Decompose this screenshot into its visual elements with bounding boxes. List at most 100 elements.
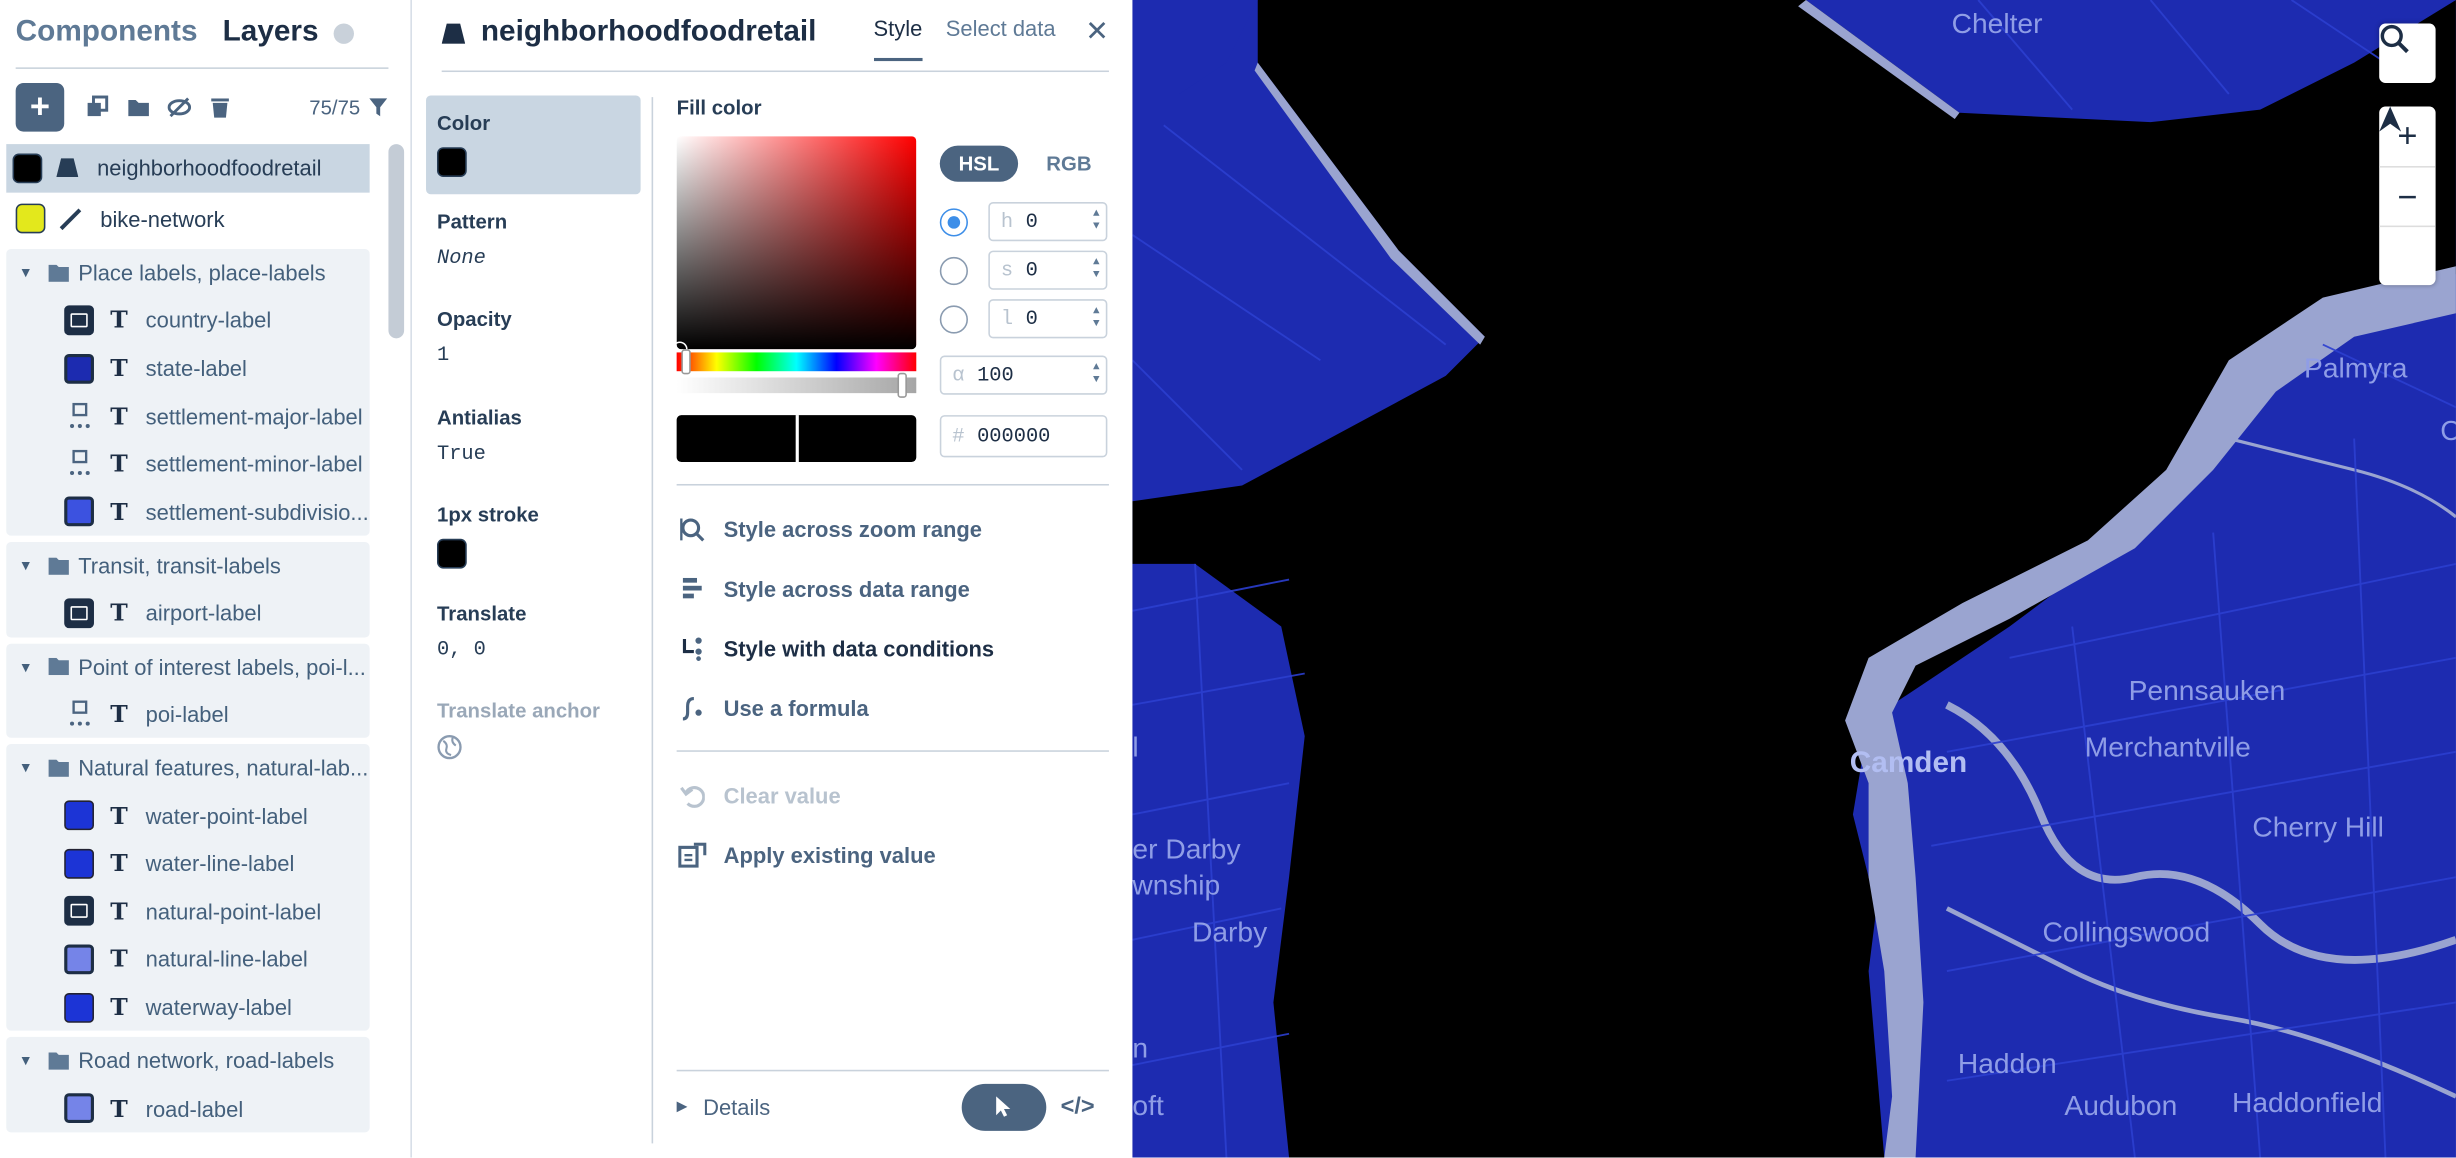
caret-down-icon[interactable]: ▼ bbox=[19, 659, 33, 675]
layer-swatch[interactable] bbox=[64, 944, 94, 975]
caret-down-icon[interactable]: ▼ bbox=[19, 558, 33, 574]
alpha-slider[interactable] bbox=[676, 377, 917, 394]
symbol-type-icon: T bbox=[110, 801, 128, 830]
details-toggle[interactable]: ▶ Details bbox=[677, 1094, 771, 1119]
layer-group-road-labels: ▼ Road network, road-labels Troad-label bbox=[6, 1037, 370, 1133]
style-data-range-button[interactable]: Style across data range bbox=[677, 559, 1109, 619]
hue-handle[interactable] bbox=[681, 349, 691, 375]
l-input[interactable]: l 0 ▲ ▼ bbox=[988, 299, 1108, 339]
folder-icon bbox=[48, 1052, 69, 1070]
layer-swatch[interactable] bbox=[64, 497, 94, 527]
layer-swatch[interactable] bbox=[12, 153, 43, 183]
map-canvas[interactable]: Chelter Palmyra C Pennsauken Merchantvil… bbox=[1132, 0, 2456, 1158]
add-layer-button[interactable]: + bbox=[15, 82, 65, 131]
tab-layers[interactable]: Layers bbox=[223, 16, 355, 50]
stepper-icon[interactable]: ▲ ▼ bbox=[1093, 257, 1100, 282]
mode-rgb-button[interactable]: RGB bbox=[1027, 146, 1110, 182]
style-data-conditions-button[interactable]: Style with data conditions bbox=[677, 619, 1109, 679]
mode-hsl-button[interactable]: HSL bbox=[939, 145, 1019, 182]
layer-swatch[interactable] bbox=[15, 204, 46, 234]
layer-row-bike-network[interactable]: bike-network bbox=[0, 195, 376, 243]
radio-h[interactable] bbox=[939, 207, 968, 236]
hex-input[interactable]: #000000 bbox=[939, 415, 1108, 458]
layer-row[interactable]: Tcountry-label bbox=[6, 296, 369, 344]
layer-swatch[interactable] bbox=[64, 305, 94, 336]
alpha-input[interactable]: α 100 ▲ ▼ bbox=[939, 355, 1108, 395]
trash-icon[interactable] bbox=[199, 86, 240, 127]
caret-down-icon[interactable]: ▼ bbox=[19, 265, 33, 281]
use-formula-button[interactable]: Use a formula bbox=[677, 678, 1109, 738]
s-input[interactable]: s 0 ▲ ▼ bbox=[988, 250, 1108, 290]
caret-down-icon[interactable]: ▼ bbox=[19, 1053, 33, 1069]
layer-count[interactable]: 75/75 bbox=[309, 95, 388, 118]
layer-row[interactable]: Tsettlement-subdivisio... bbox=[6, 488, 369, 536]
property-translate[interactable]: Translate 0, 0 bbox=[426, 585, 641, 683]
map-label: oft bbox=[1132, 1090, 1164, 1122]
layer-row[interactable]: Tstate-label bbox=[6, 344, 369, 392]
layer-row[interactable]: Tairport-label bbox=[6, 589, 369, 637]
alpha-handle[interactable] bbox=[897, 372, 907, 398]
layer-row[interactable]: Twater-point-label bbox=[6, 792, 369, 840]
group-header[interactable]: ▼ Road network, road-labels bbox=[6, 1037, 369, 1084]
layer-row[interactable]: Tpoi-label bbox=[6, 690, 369, 738]
layer-row[interactable]: Troad-label bbox=[6, 1084, 369, 1132]
radio-s[interactable] bbox=[939, 256, 968, 285]
caret-down-icon[interactable]: ▼ bbox=[19, 760, 33, 776]
hide-icon[interactable] bbox=[158, 86, 199, 127]
layer-swatch[interactable] bbox=[64, 353, 94, 384]
globe-icon bbox=[437, 734, 462, 760]
layer-swatch[interactable] bbox=[64, 598, 94, 629]
layer-name: settlement-minor-label bbox=[145, 451, 363, 477]
layer-swatch[interactable] bbox=[64, 992, 94, 1023]
map-label: Pennsauken bbox=[2128, 675, 2286, 707]
tab-select-data[interactable]: Select data bbox=[946, 16, 1056, 58]
stepper-icon[interactable]: ▲ ▼ bbox=[1093, 305, 1100, 330]
layer-list-scrollbar[interactable] bbox=[388, 144, 405, 339]
caret-right-icon: ▶ bbox=[676, 1097, 688, 1114]
apply-existing-value-button[interactable]: Apply existing value bbox=[677, 825, 1109, 885]
close-icon[interactable]: ✕ bbox=[1085, 16, 1109, 49]
stepper-icon[interactable]: ▲ ▼ bbox=[1093, 362, 1100, 387]
layer-count-label: 75/75 bbox=[309, 94, 361, 119]
property-stroke[interactable]: 1px stroke bbox=[426, 487, 641, 585]
saturation-value-area[interactable] bbox=[676, 136, 917, 350]
property-translate-anchor[interactable]: Translate anchor bbox=[426, 683, 641, 781]
layer-swatch[interactable] bbox=[64, 800, 94, 831]
layer-row[interactable]: Twater-line-label bbox=[6, 839, 369, 887]
creek bbox=[2228, 437, 2456, 519]
group-header[interactable]: ▼ Point of interest labels, poi-l... bbox=[6, 643, 369, 690]
property-pattern[interactable]: Pattern None bbox=[426, 193, 641, 291]
property-color[interactable]: Color bbox=[426, 95, 641, 194]
layer-row[interactable]: Tnatural-point-label bbox=[6, 887, 369, 935]
layer-row[interactable]: Tnatural-line-label bbox=[6, 935, 369, 983]
clear-value-button[interactable]: Clear value bbox=[677, 766, 1109, 826]
layer-row[interactable]: Tsettlement-minor-label bbox=[6, 440, 369, 488]
group-header[interactable]: ▼ Natural features, natural-lab... bbox=[6, 745, 369, 792]
stepper-icon[interactable]: ▲ ▼ bbox=[1093, 208, 1100, 233]
compass-icon[interactable] bbox=[2379, 106, 2436, 286]
zoom-out-icon[interactable]: − bbox=[2379, 166, 2436, 226]
layer-name: poi-label bbox=[145, 701, 229, 727]
layer-swatch[interactable] bbox=[64, 896, 94, 927]
layer-row-neighborhoodfoodretail[interactable]: neighborhoodfoodretail bbox=[6, 144, 370, 193]
layer-row[interactable]: Twaterway-label bbox=[6, 983, 369, 1031]
property-antialias[interactable]: Antialias True bbox=[426, 389, 641, 487]
hue-slider[interactable] bbox=[676, 352, 917, 372]
duplicate-icon[interactable] bbox=[77, 86, 118, 127]
group-header[interactable]: ▼ Place labels, place-labels bbox=[6, 249, 369, 296]
style-zoom-range-button[interactable]: Style across zoom range bbox=[677, 500, 1109, 560]
search-icon[interactable] bbox=[2379, 23, 2435, 83]
folder-icon[interactable] bbox=[117, 86, 158, 127]
property-opacity[interactable]: Opacity 1 bbox=[426, 291, 641, 389]
layer-swatch[interactable] bbox=[64, 848, 94, 879]
layer-swatch[interactable] bbox=[64, 1093, 94, 1124]
radio-l[interactable] bbox=[939, 304, 968, 333]
tab-style[interactable]: Style bbox=[873, 16, 923, 62]
code-view-icon[interactable]: </> bbox=[1046, 1093, 1109, 1120]
layer-row[interactable]: Tsettlement-major-label bbox=[6, 392, 369, 440]
inspect-cursor-button[interactable] bbox=[961, 1083, 1047, 1131]
folder-icon bbox=[48, 658, 69, 676]
h-input[interactable]: h 0 ▲ ▼ bbox=[988, 202, 1108, 242]
group-header[interactable]: ▼ Transit, transit-labels bbox=[6, 542, 369, 589]
tab-components[interactable]: Components bbox=[16, 16, 198, 50]
